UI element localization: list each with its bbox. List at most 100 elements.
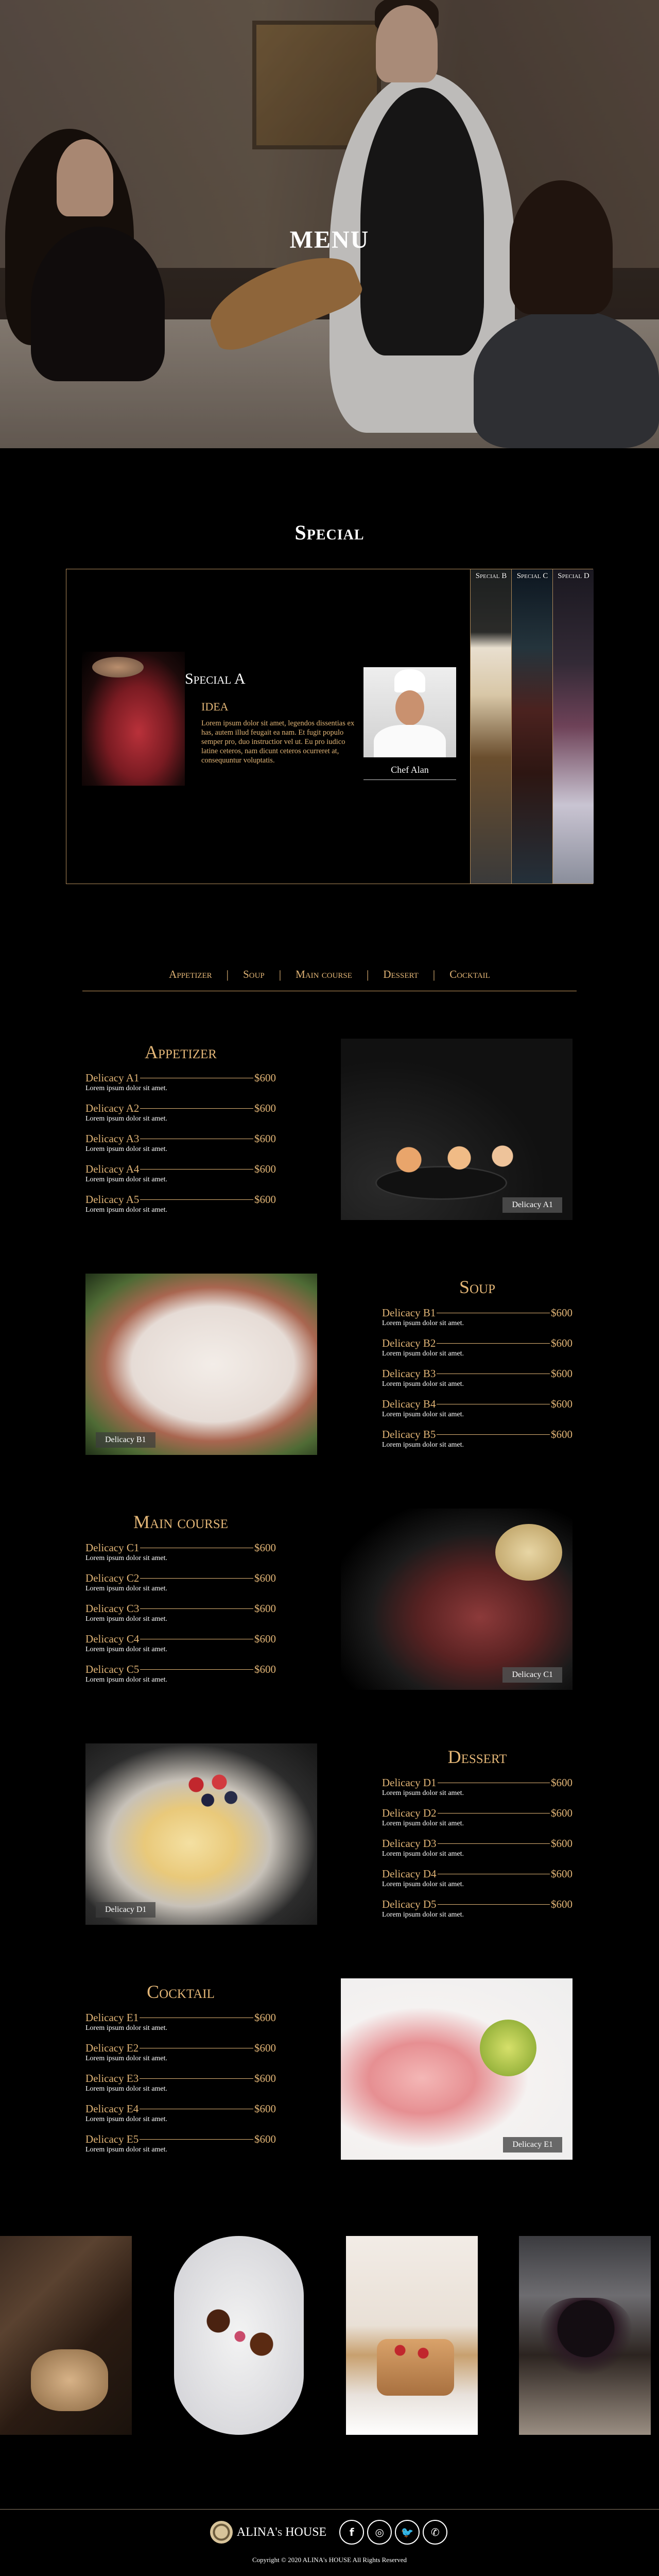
whatsapp-icon[interactable]: ✆ [423, 2520, 448, 2545]
category-title: Dessert [447, 1747, 507, 1767]
gallery-photo-plated-dish[interactable] [173, 2236, 305, 2435]
cocktail-list: Cocktail Delicacy E1 $600 Lorem ipsum dolo… [85, 1976, 276, 2159]
item-name: Delicacy E3 [85, 2072, 139, 2084]
item-price: $600 [254, 1102, 276, 1114]
leader-line [437, 1343, 550, 1344]
menu-item[interactable]: Delicacy A2 $600 Lorem ipsum dolor sit ame… [85, 1098, 276, 1128]
item-name: Delicacy C5 [85, 1663, 140, 1675]
item-price: $600 [254, 1602, 276, 1615]
leader-line [140, 1578, 253, 1579]
category-title: Cocktail [147, 1981, 215, 2002]
menu-item[interactable]: Delicacy C5 $600 Lorem ipsum dolor sit ame… [85, 1659, 276, 1689]
hero-overlay [0, 0, 659, 448]
menu-item[interactable]: Delicacy B4 $600 Lorem ipsum dolor sit ame… [382, 1394, 573, 1424]
item-name: Delicacy B1 [382, 1307, 436, 1319]
item-name: Delicacy C2 [85, 1572, 140, 1584]
menu-item[interactable]: Delicacy A1 $600 Lorem ipsum dolor sit ame… [85, 1067, 276, 1098]
special-a-panel[interactable]: Special A IDEA Lorem ipsum dolor sit ame… [66, 569, 470, 884]
photo-caption: Delicacy C1 [502, 1667, 562, 1683]
menu-item[interactable]: Delicacy E3 $600 Lorem ipsum dolor sit ame… [85, 2068, 276, 2098]
menu-item[interactable]: Delicacy C4 $600 Lorem ipsum dolor sit ame… [85, 1629, 276, 1659]
facebook-icon[interactable]: f [339, 2520, 365, 2545]
item-price: $600 [551, 1398, 573, 1410]
item-name: Delicacy D3 [382, 1837, 437, 1850]
menu-item[interactable]: Delicacy E2 $600 Lorem ipsum dolor sit ame… [85, 2038, 276, 2068]
item-description: Lorem ipsum dolor sit amet. [382, 1820, 464, 1827]
leader-line [140, 1608, 253, 1609]
photo-caption: Delicacy B1 [96, 1432, 155, 1448]
item-name: Delicacy A2 [85, 1102, 140, 1114]
chef-face [395, 690, 424, 725]
chef-hat [394, 669, 425, 692]
item-price: $600 [551, 1367, 573, 1380]
main-course-section: Main course Delicacy C1 $600 Lorem ipsum d… [0, 1506, 659, 1692]
main-course-photo: Delicacy C1 [341, 1509, 573, 1690]
photo-gallery [0, 2236, 659, 2438]
twitter-icon[interactable]: 🐦 [395, 2520, 420, 2545]
menu-item[interactable]: Delicacy B2 $600 Lorem ipsum dolor sit ame… [382, 1333, 573, 1363]
item-description: Lorem ipsum dolor sit amet. [85, 1554, 168, 1562]
gallery-photo-honey-toast[interactable] [0, 2236, 132, 2435]
menu-item[interactable]: Delicacy C2 $600 Lorem ipsum dolor sit ame… [85, 1568, 276, 1598]
leader-line [140, 1669, 253, 1670]
menu-item[interactable]: Delicacy B1 $600 Lorem ipsum dolor sit ame… [382, 1302, 573, 1333]
special-tab-d[interactable]: Special D [552, 569, 594, 884]
menu-item[interactable]: Delicacy E5 $600 Lorem ipsum dolor sit ame… [85, 2129, 276, 2159]
menu-item[interactable]: Delicacy D4 $600 Lorem ipsum dolor sit ame… [382, 1863, 573, 1894]
item-price: $600 [254, 1193, 276, 1206]
leader-line [437, 1434, 550, 1435]
special-a-photo [82, 652, 185, 786]
menu-item[interactable]: Delicacy D1 $600 Lorem ipsum dolor sit ame… [382, 1772, 573, 1803]
item-description: Lorem ipsum dolor sit amet. [85, 2115, 168, 2123]
item-price: $600 [254, 2072, 276, 2084]
item-name: Delicacy A5 [85, 1193, 140, 1206]
nav-main-course[interactable]: Main course [281, 968, 367, 981]
menu-item[interactable]: Delicacy B5 $600 Lorem ipsum dolor sit ame… [382, 1424, 573, 1454]
item-price: $600 [254, 2042, 276, 2054]
gallery-photo-chocolate-cake[interactable] [519, 2236, 651, 2435]
spoon-prop [92, 657, 144, 677]
item-price: $600 [254, 1633, 276, 1645]
item-description: Lorem ipsum dolor sit amet. [382, 1350, 464, 1358]
item-price: $600 [254, 1572, 276, 1584]
item-description: Lorem ipsum dolor sit amet. [382, 1319, 464, 1327]
instagram-icon[interactable]: ◎ [367, 2520, 392, 2545]
item-name: Delicacy B3 [382, 1367, 436, 1380]
chef-photo [363, 667, 456, 757]
nav-cocktail[interactable]: Cocktail [435, 968, 505, 981]
soup-photo: Delicacy B1 [85, 1274, 317, 1455]
gallery-photo-pancakes[interactable] [346, 2236, 478, 2435]
menu-item[interactable]: Delicacy A3 $600 Lorem ipsum dolor sit ame… [85, 1128, 276, 1159]
photo-caption: Delicacy D1 [96, 1902, 156, 1918]
item-name: Delicacy E2 [85, 2042, 139, 2054]
nav-soup[interactable]: Soup [229, 968, 279, 981]
menu-item[interactable]: Delicacy E4 $600 Lorem ipsum dolor sit ame… [85, 2098, 276, 2129]
item-price: $600 [551, 1307, 573, 1319]
item-price: $600 [551, 1837, 573, 1850]
item-description: Lorem ipsum dolor sit amet. [85, 1615, 168, 1623]
menu-item[interactable]: Delicacy D5 $600 Lorem ipsum dolor sit ame… [382, 1894, 573, 1924]
photo-caption: Delicacy E1 [503, 2137, 562, 2153]
menu-item[interactable]: Delicacy E1 $600 Lorem ipsum dolor sit ame… [85, 2007, 276, 2038]
special-tab-c[interactable]: Special C [511, 569, 552, 884]
brand[interactable]: ALINA's HOUSE [210, 2521, 326, 2544]
menu-item[interactable]: Delicacy A4 $600 Lorem ipsum dolor sit ame… [85, 1159, 276, 1189]
special-d-photo [553, 569, 594, 884]
menu-item[interactable]: Delicacy D2 $600 Lorem ipsum dolor sit ame… [382, 1803, 573, 1833]
special-tab-b[interactable]: Special B [470, 569, 511, 884]
menu-item[interactable]: Delicacy B3 $600 Lorem ipsum dolor sit ame… [382, 1363, 573, 1394]
nav-dessert[interactable]: Dessert [369, 968, 432, 981]
menu-item[interactable]: Delicacy D3 $600 Lorem ipsum dolor sit ame… [382, 1833, 573, 1863]
leader-line [140, 2078, 253, 2079]
item-price: $600 [551, 1428, 573, 1440]
brand-name: ALINA's HOUSE [236, 2525, 327, 2539]
menu-item[interactable]: Delicacy A5 $600 Lorem ipsum dolor sit ame… [85, 1189, 276, 1219]
nav-appetizer[interactable]: Appetizer [154, 968, 227, 981]
menu-item[interactable]: Delicacy C1 $600 Lorem ipsum dolor sit ame… [85, 1537, 276, 1568]
leader-line [140, 1199, 253, 1200]
item-description: Lorem ipsum dolor sit amet. [85, 1084, 168, 1092]
footer: ALINA's HOUSE f ◎ 🐦 ✆ Copyright © 2020 A… [0, 2509, 659, 2576]
item-price: $600 [551, 1337, 573, 1349]
menu-item[interactable]: Delicacy C3 $600 Lorem ipsum dolor sit ame… [85, 1598, 276, 1629]
menu-category-nav: Appetizer | Soup | Main course | Dessert… [82, 958, 577, 991]
